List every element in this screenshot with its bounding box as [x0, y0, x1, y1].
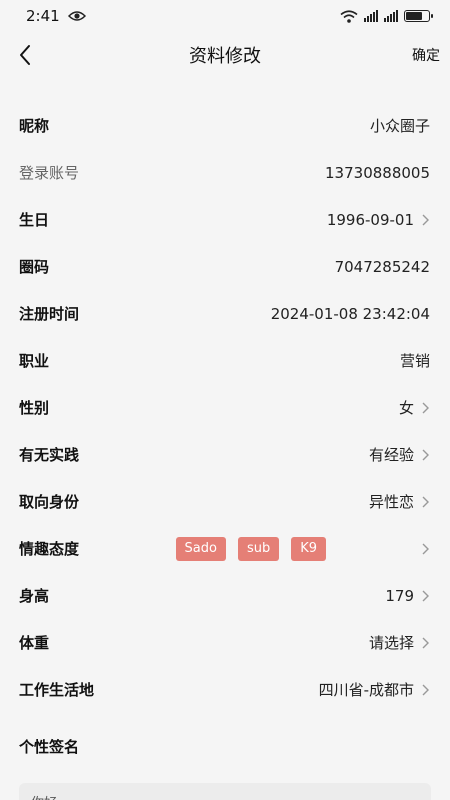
battery-icon: [404, 10, 433, 22]
row-value: 四川省-成都市: [318, 681, 414, 699]
row-value: 2024-01-08 23:42:04: [270, 304, 430, 323]
row-login-account: 登录账号 13730888005: [0, 149, 450, 196]
row-value: 请选择: [368, 634, 414, 652]
row-value: 女: [398, 399, 414, 417]
attitude-tags: Sado sub K9: [175, 536, 326, 561]
chevron-right-icon: [422, 590, 429, 601]
row-value: 7047285242: [334, 257, 430, 276]
page-title: 资料修改: [189, 46, 261, 67]
row-value: 小众圈子: [369, 117, 430, 135]
row-label: 登录账号: [19, 164, 80, 182]
attitude-tag: K9: [291, 536, 326, 561]
row-label: 情趣态度: [19, 540, 80, 558]
row-circle-code: 圈码 7047285242: [0, 243, 450, 290]
row-label: 取向身份: [19, 493, 80, 511]
row-gender[interactable]: 性别 女: [0, 384, 450, 431]
signal-icon-sim2: [384, 10, 398, 22]
row-nickname[interactable]: 昵称 小众圈子: [0, 102, 450, 149]
row-occupation[interactable]: 职业 营销: [0, 337, 450, 384]
status-time: 2:41: [26, 7, 60, 25]
row-label: 职业: [19, 352, 50, 370]
row-weight[interactable]: 体重 请选择: [0, 619, 450, 666]
row-label: 性别: [19, 399, 50, 417]
eye-icon: [67, 11, 86, 21]
row-label: 体重: [19, 634, 50, 652]
chevron-right-icon: [422, 637, 429, 648]
row-orientation[interactable]: 取向身份 异性恋: [0, 478, 450, 525]
nav-bar: 资料修改 确定: [0, 32, 450, 78]
status-bar: 2:41: [0, 0, 450, 32]
row-value: 营销: [399, 352, 430, 370]
row-practice[interactable]: 有无实践 有经验: [0, 431, 450, 478]
chevron-right-icon: [422, 449, 429, 460]
chevron-right-icon: [422, 684, 429, 695]
attitude-tag: Sado: [175, 536, 226, 561]
row-birthday[interactable]: 生日 1996-09-01: [0, 196, 450, 243]
row-location[interactable]: 工作生活地 四川省-成都市: [0, 666, 450, 713]
row-value: 179: [385, 586, 414, 605]
row-label: 昵称: [19, 117, 50, 135]
row-label: 注册时间: [19, 305, 80, 323]
row-value: 13730888005: [325, 163, 430, 182]
signature-text: 你好: [31, 796, 57, 800]
back-button[interactable]: [18, 43, 42, 67]
row-height[interactable]: 身高 179: [0, 572, 450, 619]
row-label: 有无实践: [19, 446, 80, 464]
row-attitude[interactable]: 情趣态度 Sado sub K9: [0, 525, 450, 572]
attitude-tag: sub: [237, 536, 280, 561]
chevron-right-icon: [422, 543, 429, 554]
row-label: 工作生活地: [19, 681, 95, 699]
row-register-time: 注册时间 2024-01-08 23:42:04: [0, 290, 450, 337]
row-label: 身高: [19, 587, 50, 605]
signal-icon-sim1: [364, 10, 378, 22]
confirm-button[interactable]: 确定: [412, 45, 440, 65]
profile-form: 昵称 小众圈子 登录账号 13730888005 生日 1996-09-01 圈…: [0, 102, 450, 775]
row-label: 生日: [19, 211, 50, 229]
signature-label: 个性签名: [19, 737, 80, 756]
chevron-right-icon: [422, 214, 429, 225]
chevron-right-icon: [422, 496, 429, 507]
row-value: 有经验: [368, 446, 414, 464]
signature-title-row: 个性签名: [0, 717, 450, 775]
signature-input[interactable]: 你好: [19, 783, 431, 800]
row-value: 1996-09-01: [326, 210, 414, 229]
wifi-icon: [340, 9, 358, 23]
chevron-right-icon: [422, 402, 429, 413]
row-value: 异性恋: [368, 493, 414, 511]
row-label: 圈码: [19, 258, 50, 276]
chevron-left-icon: [20, 45, 30, 65]
